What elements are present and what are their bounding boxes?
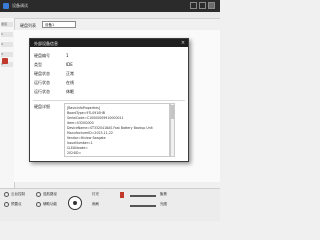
- dialog-close-icon[interactable]: ×: [180, 40, 186, 46]
- bottom-item[interactable]: 巡航路径: [43, 192, 57, 197]
- bottom-item[interactable]: 灯光: [92, 192, 99, 197]
- bottom-item[interactable]: 聚焦: [160, 192, 167, 197]
- left-panel: 通道 1 2 3 4: [0, 18, 15, 188]
- alarm-indicator-icon: [120, 192, 124, 198]
- left-panel-item[interactable]: 3: [1, 52, 13, 57]
- info-line: SerialCode=C10000009910000011: [67, 116, 124, 120]
- info-line: ManufacturerID=2023-11-22: [67, 131, 113, 135]
- dialog-titlebar: 外部设备信息 ×: [30, 39, 188, 47]
- record-indicator-icon: [2, 58, 8, 64]
- joystick-center-icon: [73, 201, 77, 205]
- bottom-control-bar: [0, 188, 220, 221]
- left-panel-item[interactable]: 通道: [1, 22, 13, 27]
- info-line: [BasicInfoProperties]: [67, 106, 101, 110]
- dialog-title: 外部设备信息: [34, 41, 58, 46]
- left-panel-item[interactable]: 1: [1, 32, 13, 37]
- menu-bar: [0, 12, 220, 19]
- window-titlebar: 设备调试: [0, 0, 220, 12]
- field-label: 运行状态: [34, 89, 50, 94]
- info-textbox[interactable]: [BasicInfoProperties] BoardType=97L0910H…: [64, 103, 170, 157]
- device-label: 硬盘列表: [20, 23, 36, 28]
- field-label: 硬盘状态: [34, 71, 50, 76]
- field-value: IDE: [66, 62, 73, 67]
- left-panel-item[interactable]: 2: [1, 42, 13, 47]
- minimize-button[interactable]: [190, 2, 197, 9]
- field-value: 在线: [66, 80, 74, 85]
- field-label: 类型: [34, 62, 42, 67]
- info-label: 硬盘详细: [34, 104, 50, 109]
- info-line: IssueNumber=1: [67, 141, 93, 145]
- aux-icon[interactable]: [36, 202, 41, 207]
- field-value: 休眠: [66, 89, 74, 94]
- info-line: Vendor=Hiview Seagate: [67, 136, 106, 140]
- focus-slider[interactable]: [130, 195, 156, 197]
- info-line: 2024ID=: [67, 151, 82, 155]
- preset-icon[interactable]: [4, 202, 9, 207]
- info-line: BoardType=97L0910HB: [67, 111, 105, 115]
- close-window-button[interactable]: [208, 2, 215, 9]
- bottom-item[interactable]: 云台控制: [11, 192, 25, 197]
- field-value: 正常: [66, 71, 74, 76]
- app-icon: [3, 3, 9, 9]
- device-info-dialog: 外部设备信息 × 硬盘编号 1 类型 IDE 硬盘状态 正常 运行状态 在线 运…: [29, 38, 189, 162]
- field-label: 硬盘编号: [34, 53, 50, 58]
- divider: [33, 100, 185, 101]
- cruise-icon[interactable]: [36, 192, 41, 197]
- bottom-item[interactable]: 雨刷: [92, 202, 99, 207]
- device-select[interactable]: 设备1: [42, 21, 76, 28]
- field-value: 1: [66, 53, 69, 58]
- bottom-item[interactable]: 辅助功能: [43, 202, 57, 207]
- maximize-button[interactable]: [199, 2, 206, 9]
- info-line: DeviceName=ST3320418AS Fast Battery Back…: [67, 126, 153, 130]
- scrollbar-thumb[interactable]: [171, 105, 174, 119]
- info-line: CLEANcode=: [67, 146, 88, 150]
- bottom-item[interactable]: 光圈: [160, 202, 167, 207]
- field-label: 运行状态: [34, 80, 50, 85]
- iris-slider[interactable]: [130, 205, 156, 207]
- ptz-icon[interactable]: [4, 192, 9, 197]
- info-line: Item=0320G000: [67, 121, 94, 125]
- window-title: 设备调试: [12, 3, 28, 8]
- bottom-item[interactable]: 预置点: [11, 202, 22, 207]
